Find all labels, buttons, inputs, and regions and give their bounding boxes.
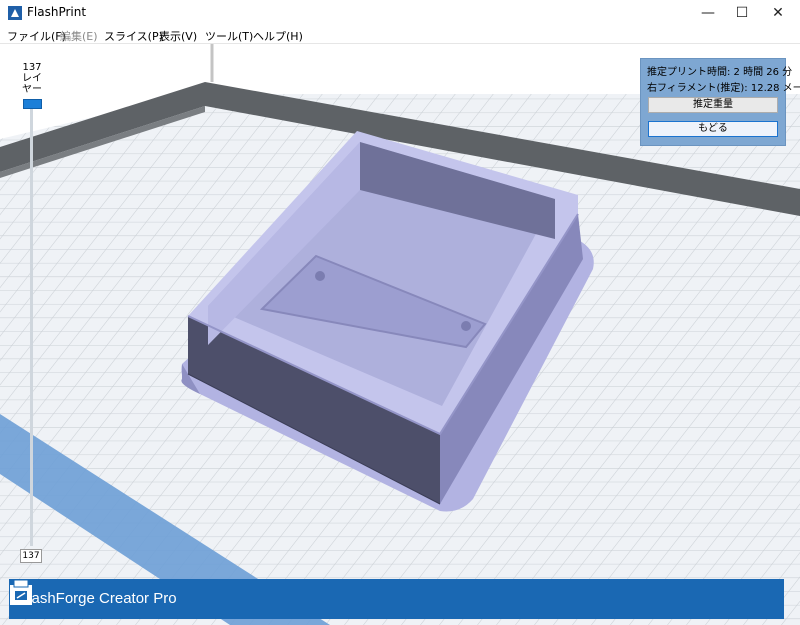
maximize-button[interactable]: ☐: [724, 0, 760, 26]
menu-bar: ファイル(F) 編集(E) スライス(P) 表示(V) ツール(T) ヘルプ(H…: [0, 26, 800, 44]
layer-label-line2: ヤー: [22, 84, 42, 95]
minimize-button[interactable]: —: [690, 0, 726, 26]
layer-top-value: 137: [22, 62, 42, 73]
menu-edit[interactable]: 編集(E): [60, 28, 98, 44]
printer-status-bar: FlashForge Creator Pro: [9, 579, 784, 619]
3d-viewport[interactable]: 137 レイ ヤー 137 推定プリント時間: 2 時間 26 分 右フィラメン…: [0, 44, 800, 625]
printer-name: FlashForge Creator Pro: [19, 590, 177, 607]
printer-icon[interactable]: [9, 579, 33, 607]
print-estimate-panel: 推定プリント時間: 2 時間 26 分 右フィラメント(推定): 12.28 メ…: [640, 58, 800, 146]
menu-tools[interactable]: ツール(T): [205, 28, 253, 44]
layer-label-line1: レイ: [22, 73, 42, 84]
layer-slider-handle[interactable]: [23, 99, 42, 109]
flashprint-app-icon: [8, 6, 22, 20]
layer-slider-top-label: 137 レイ ヤー: [18, 62, 46, 95]
menu-slice[interactable]: スライス(P): [104, 28, 163, 44]
estimate-weight-button[interactable]: 推定重量: [648, 97, 778, 113]
filament-text: 右フィラメント(推定): 12.28 メータ: [647, 83, 800, 94]
close-button[interactable]: ✕: [760, 0, 796, 26]
menu-help[interactable]: ヘルプ(H): [253, 28, 303, 44]
title-bar: FlashPrint — ☐ ✕: [0, 0, 800, 26]
menu-view[interactable]: 表示(V): [159, 28, 197, 44]
menu-file[interactable]: ファイル(F): [7, 28, 66, 44]
print-time-text: 推定プリント時間: 2 時間 26 分: [647, 67, 793, 78]
back-button[interactable]: もどる: [648, 121, 778, 137]
window-title: FlashPrint: [27, 5, 87, 19]
layer-slider-track[interactable]: [30, 109, 33, 546]
layer-current-value[interactable]: 137: [20, 549, 42, 563]
